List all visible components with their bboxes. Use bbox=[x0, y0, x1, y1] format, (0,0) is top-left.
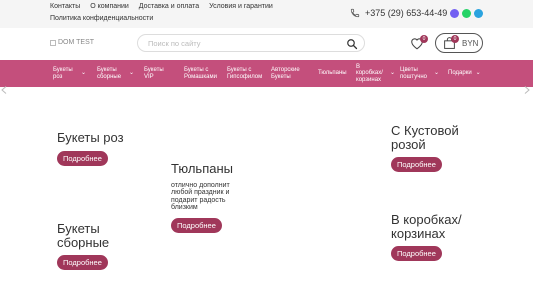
category-title: Тюльпаны bbox=[171, 161, 233, 176]
nav-item-vip[interactable]: Букеты VIP bbox=[144, 60, 174, 87]
search-box bbox=[137, 34, 365, 52]
chevron-down-icon: ⌄ bbox=[475, 70, 481, 77]
category-roses: Букеты роз Подробнее bbox=[57, 131, 124, 166]
telegram-icon[interactable] bbox=[474, 9, 483, 18]
chevron-right-icon[interactable] bbox=[524, 86, 530, 94]
nav-label: Авторские Букеты bbox=[271, 66, 300, 80]
chevron-left-icon[interactable] bbox=[1, 86, 7, 94]
category-boxes: В коробках/ корзинах Подробнее bbox=[391, 213, 481, 261]
chevron-down-icon: ⌄ bbox=[390, 70, 396, 77]
more-button[interactable]: Подробнее bbox=[57, 255, 108, 270]
nav-item-roses[interactable]: Букеты роз ⌄ bbox=[53, 60, 95, 87]
logo-alt-text: DOM TEST bbox=[58, 39, 95, 46]
nav-item-single[interactable]: Цветы поштучно ⌄ bbox=[400, 60, 442, 87]
category-title: В коробках/ корзинах bbox=[391, 212, 462, 241]
search-icon[interactable] bbox=[346, 38, 358, 50]
link-about[interactable]: О компании bbox=[90, 3, 129, 10]
link-delivery[interactable]: Доставка и оплата bbox=[139, 3, 199, 10]
nav-item-mixed[interactable]: Букеты сборные ⌄ bbox=[97, 60, 137, 87]
top-links: Контакты О компании Доставка и оплата Ус… bbox=[50, 3, 281, 22]
nav-item-author[interactable]: Авторские Букеты bbox=[271, 60, 307, 87]
link-terms[interactable]: Условия и гарантии bbox=[209, 3, 273, 10]
nav-label: Букеты сборные bbox=[97, 66, 122, 80]
more-button[interactable]: Подробнее bbox=[391, 246, 442, 261]
broken-image-icon bbox=[50, 39, 56, 46]
more-button[interactable]: Подробнее bbox=[57, 150, 108, 166]
nav-item-gypsophila[interactable]: Букеты с Гипсофилом bbox=[227, 60, 267, 87]
phone-number: +375 (29) 653-44-49 bbox=[365, 8, 448, 18]
nav-label: Цветы поштучно bbox=[400, 66, 427, 80]
category-title: Букеты сборные bbox=[57, 221, 110, 250]
chevron-down-icon: ⌄ bbox=[129, 70, 135, 77]
cart-count-badge: 0 bbox=[451, 35, 459, 43]
category-title: Букеты роз bbox=[57, 130, 124, 145]
nav-item-daisies[interactable]: Букеты с Ромашками bbox=[184, 60, 224, 87]
chevron-down-icon: ⌄ bbox=[434, 70, 440, 77]
category-title: С Кустовой розой bbox=[391, 123, 459, 152]
messenger-links bbox=[450, 9, 483, 18]
nav-item-gifts[interactable]: Подарки ⌄ bbox=[448, 60, 488, 87]
cart-button[interactable]: BYN bbox=[435, 33, 483, 53]
category-mixed: Букеты сборные Подробнее bbox=[57, 222, 127, 270]
nav-item-tulips[interactable]: Тюльпаны bbox=[318, 60, 352, 87]
top-bar: Контакты О компании Доставка и оплата Ус… bbox=[0, 0, 533, 28]
nav-label: Букеты с Ромашками bbox=[184, 66, 217, 80]
phone-icon bbox=[350, 8, 360, 18]
favorites-count-badge: 0 bbox=[420, 35, 428, 43]
link-privacy[interactable]: Политика конфиденциальности bbox=[50, 15, 153, 22]
nav-label: Букеты роз bbox=[53, 66, 73, 80]
category-spray-roses: С Кустовой розой Подробнее bbox=[391, 124, 471, 172]
nav-item-boxes[interactable]: В коробках/ корзинах ⌄ bbox=[356, 60, 398, 87]
nav-label: Тюльпаны bbox=[318, 70, 347, 77]
nav-label: В коробках/ корзинах bbox=[356, 63, 383, 83]
logo[interactable]: DOM TEST bbox=[50, 39, 94, 46]
main-nav: Букеты роз ⌄ Букеты сборные ⌄ Букеты VIP Б… bbox=[0, 60, 533, 87]
whatsapp-icon[interactable] bbox=[462, 9, 471, 18]
cart-currency: BYN bbox=[462, 38, 479, 48]
category-description: отлично дополнит любой праздник и подари… bbox=[171, 181, 230, 212]
more-button[interactable]: Подробнее bbox=[391, 157, 442, 172]
header: DOM TEST 0 BYN 0 bbox=[0, 28, 533, 60]
more-button[interactable]: Подробнее bbox=[171, 217, 222, 233]
category-tulips: Тюльпаны отлично дополнит любой праздник… bbox=[171, 162, 241, 233]
nav-label: Букеты с Гипсофилом bbox=[227, 66, 263, 80]
search-input[interactable] bbox=[148, 38, 338, 49]
nav-label: Подарки bbox=[448, 70, 472, 77]
phone-link[interactable]: +375 (29) 653-44-49 bbox=[350, 8, 447, 18]
chevron-down-icon: ⌄ bbox=[81, 70, 87, 77]
nav-label: Букеты VIP bbox=[144, 66, 164, 80]
link-contacts[interactable]: Контакты bbox=[50, 3, 80, 10]
viber-icon[interactable] bbox=[450, 9, 459, 18]
